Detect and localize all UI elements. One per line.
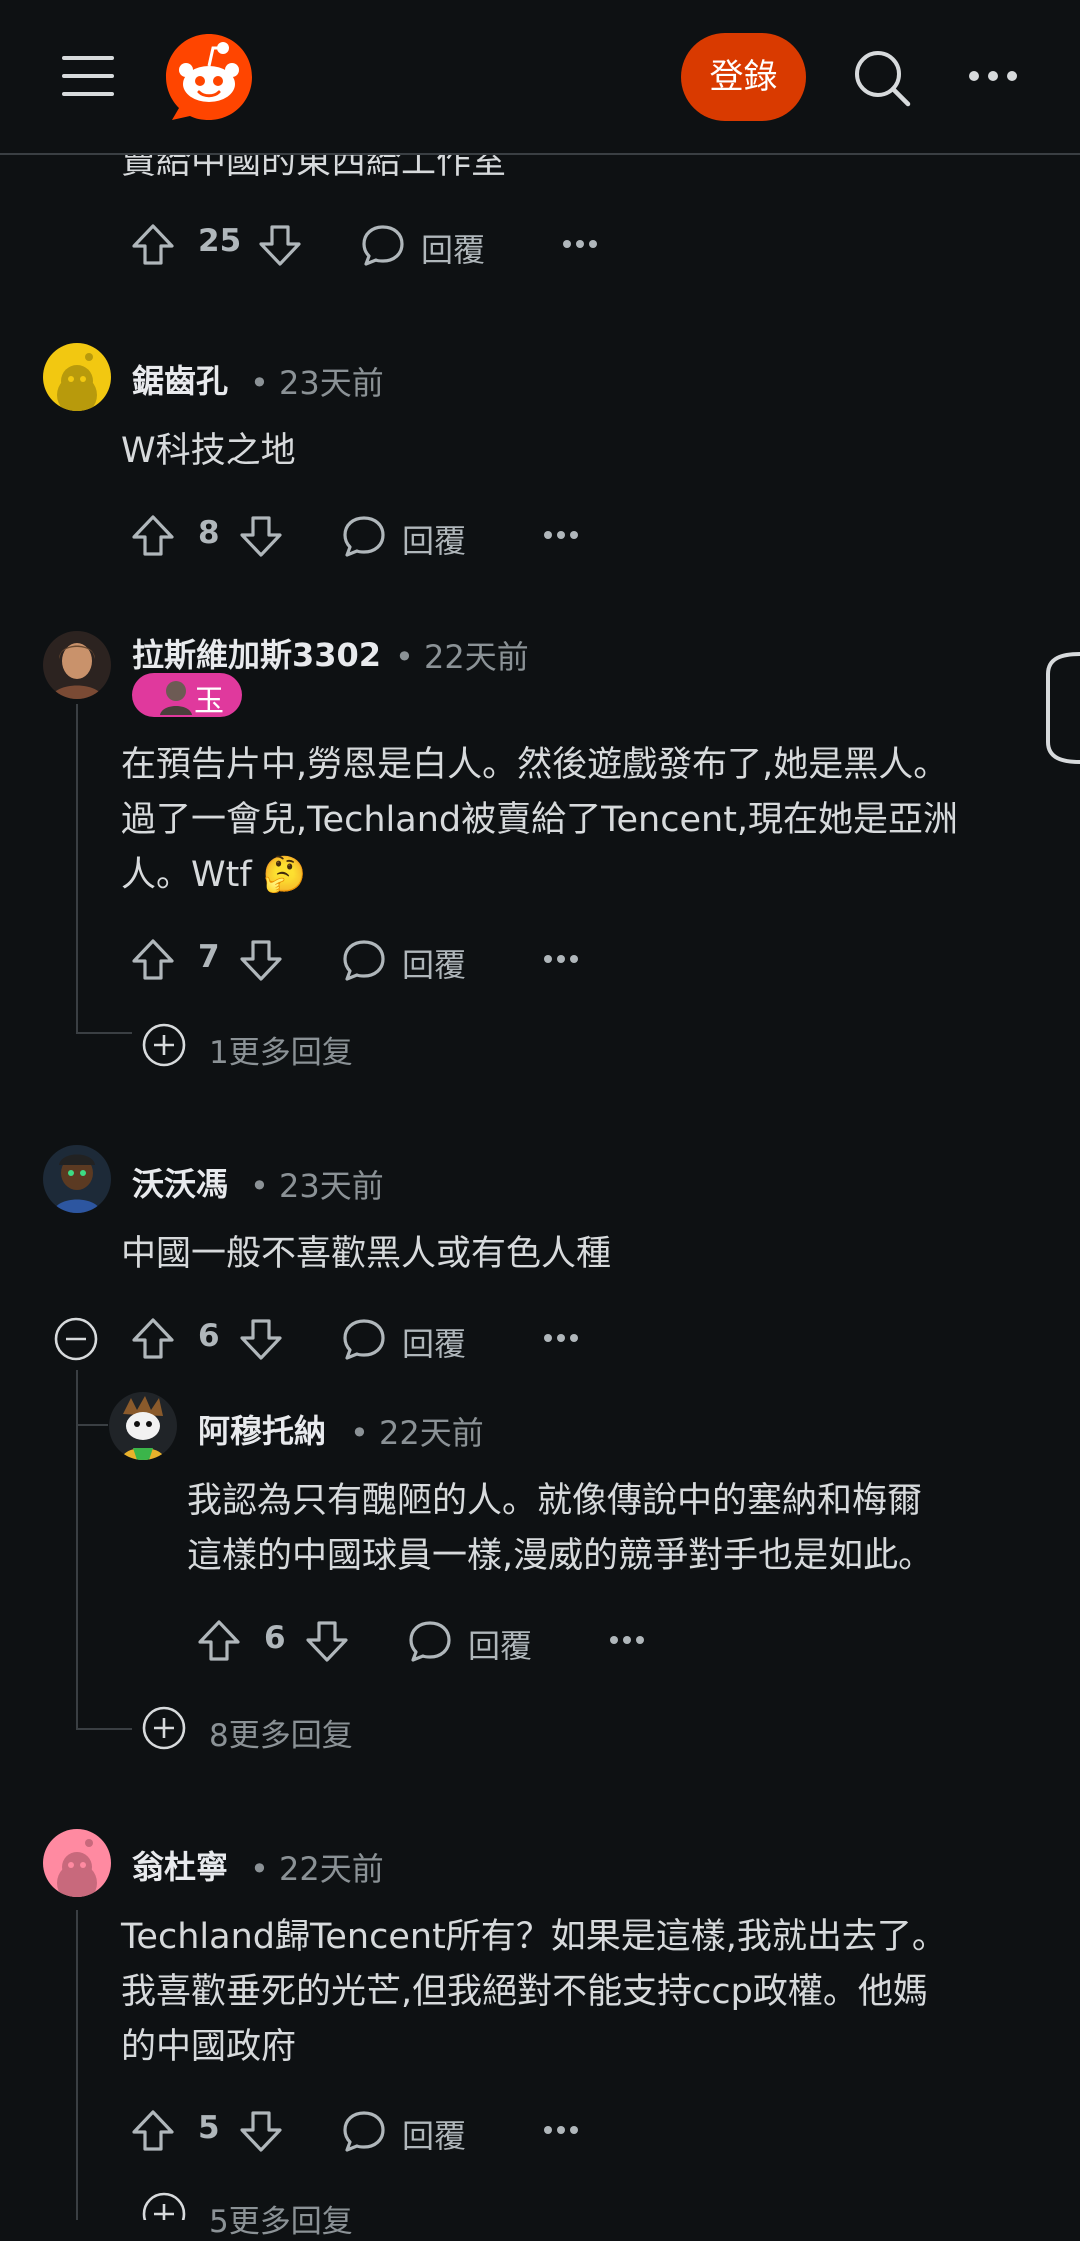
search-icon[interactable] bbox=[852, 48, 912, 108]
reply-button[interactable]: 回覆 bbox=[468, 1621, 532, 1667]
upvote-icon[interactable] bbox=[128, 2106, 178, 2156]
comment-text: 人。Wtf 🤔 bbox=[121, 855, 307, 895]
more-icon[interactable] bbox=[563, 236, 597, 252]
downvote-icon[interactable] bbox=[255, 220, 305, 270]
comment-timestamp: • 23天前 bbox=[250, 1167, 384, 1205]
reply-button[interactable]: 回覆 bbox=[402, 516, 466, 562]
avatar[interactable] bbox=[43, 1145, 111, 1213]
flair-text: 玉 bbox=[194, 684, 224, 719]
reply-text: 這樣的中國球員一樣,漫威的競爭對手也是如此。 bbox=[187, 1536, 934, 1576]
upvote-count: 6 bbox=[264, 1620, 286, 1656]
thread-line[interactable] bbox=[76, 704, 78, 1034]
user-flair: 玉 bbox=[132, 673, 242, 719]
comment-text: 中國一般不喜歡黑人或有色人種 bbox=[121, 1234, 612, 1274]
upvote-icon[interactable] bbox=[128, 1314, 178, 1364]
comment-username[interactable]: 拉斯維加斯3302 bbox=[132, 630, 381, 676]
avatar[interactable] bbox=[43, 343, 111, 411]
more-icon[interactable] bbox=[544, 527, 578, 543]
comment-timestamp: • 22天前 bbox=[250, 1850, 384, 1888]
comment-username[interactable]: 鋸齒孔 bbox=[132, 356, 228, 402]
more-icon[interactable] bbox=[544, 951, 578, 967]
reply-button[interactable]: 回覆 bbox=[402, 2111, 466, 2157]
comment-feed: 賣給中國的東西給工作室 25 回覆 鋸齒孔 • 23天前 W科技之地 8 回覆 … bbox=[0, 0, 1080, 2240]
reply-bubble-icon[interactable] bbox=[339, 511, 389, 561]
reddit-logo[interactable] bbox=[164, 32, 254, 122]
thread-line[interactable] bbox=[76, 1910, 78, 2220]
scroll-handle[interactable] bbox=[1040, 650, 1080, 766]
comment-text: 我喜歡垂死的光芒,但我絕對不能支持ccp政權。他媽 bbox=[121, 1972, 928, 2012]
upvote-count: 8 bbox=[198, 515, 220, 551]
downvote-icon[interactable] bbox=[302, 1616, 352, 1666]
upvote-icon[interactable] bbox=[128, 220, 178, 270]
comment-text: W科技之地 bbox=[121, 431, 296, 471]
top-navigation-bar: 登錄 bbox=[0, 0, 1080, 155]
signin-button[interactable]: 登錄 bbox=[681, 33, 806, 121]
comment-timestamp: • 23天前 bbox=[250, 364, 384, 402]
reply-bubble-icon[interactable] bbox=[339, 2106, 389, 2156]
thread-line bbox=[76, 1728, 132, 1730]
upvote-icon[interactable] bbox=[128, 511, 178, 561]
comment-text: 在預告片中,勞恩是白人。然後遊戲發布了,她是黑人。 bbox=[121, 745, 949, 785]
comment-text: 的中國政府 bbox=[121, 2027, 297, 2067]
more-icon[interactable] bbox=[610, 1632, 644, 1648]
downvote-icon[interactable] bbox=[236, 935, 286, 985]
thread-line bbox=[76, 1032, 132, 1034]
more-icon[interactable] bbox=[544, 1330, 578, 1346]
reply-button[interactable]: 回覆 bbox=[402, 940, 466, 986]
expand-plus-icon[interactable] bbox=[142, 1706, 186, 1750]
more-icon[interactable] bbox=[544, 2122, 578, 2138]
expand-plus-icon[interactable] bbox=[142, 1023, 186, 1067]
thread-line bbox=[76, 1396, 78, 1426]
reply-button[interactable]: 回覆 bbox=[402, 1319, 466, 1365]
collapse-minus-icon[interactable] bbox=[54, 1317, 98, 1361]
hamburger-menu-icon[interactable] bbox=[62, 56, 114, 96]
expand-plus-icon[interactable] bbox=[142, 2192, 186, 2236]
upvote-count: 6 bbox=[198, 1318, 220, 1354]
reply-bubble-icon[interactable] bbox=[339, 1314, 389, 1364]
upvote-count: 5 bbox=[198, 2110, 220, 2146]
reply-bubble-icon[interactable] bbox=[339, 935, 389, 985]
reply-button[interactable]: 回覆 bbox=[421, 225, 485, 271]
upvote-count: 7 bbox=[198, 939, 220, 975]
more-replies-link[interactable]: 5更多回复 bbox=[209, 2196, 353, 2241]
avatar[interactable] bbox=[43, 631, 111, 699]
reply-bubble-icon[interactable] bbox=[358, 220, 408, 270]
comment-text: Techland歸Tencent所有？如果是這樣,我就出去了。 bbox=[121, 1917, 947, 1957]
reply-text: 我認為只有醜陋的人。就像傳說中的塞納和梅爾 bbox=[187, 1481, 923, 1521]
avatar[interactable] bbox=[109, 1392, 177, 1460]
reply-username[interactable]: 阿穆托納 bbox=[198, 1406, 326, 1452]
reply-bubble-icon[interactable] bbox=[405, 1616, 455, 1666]
reply-timestamp: • 22天前 bbox=[350, 1414, 484, 1452]
more-options-icon[interactable] bbox=[968, 64, 1018, 88]
downvote-icon[interactable] bbox=[236, 511, 286, 561]
downvote-icon[interactable] bbox=[236, 2106, 286, 2156]
comment-username[interactable]: 沃沃馮 bbox=[132, 1159, 228, 1205]
more-replies-link[interactable]: 8更多回复 bbox=[209, 1710, 353, 1755]
avatar[interactable] bbox=[43, 1829, 111, 1897]
upvote-icon[interactable] bbox=[128, 935, 178, 985]
downvote-icon[interactable] bbox=[236, 1314, 286, 1364]
comment-text: 過了一會兒,Techland被賣給了Tencent,現在她是亞洲 bbox=[121, 800, 959, 840]
upvote-icon[interactable] bbox=[194, 1616, 244, 1666]
comment-username[interactable]: 翁杜寧 bbox=[132, 1842, 228, 1888]
more-replies-link[interactable]: 1更多回复 bbox=[209, 1027, 353, 1072]
thread-line bbox=[76, 1424, 108, 1426]
comment-timestamp: • 22天前 bbox=[395, 638, 529, 676]
upvote-count: 25 bbox=[198, 223, 242, 259]
